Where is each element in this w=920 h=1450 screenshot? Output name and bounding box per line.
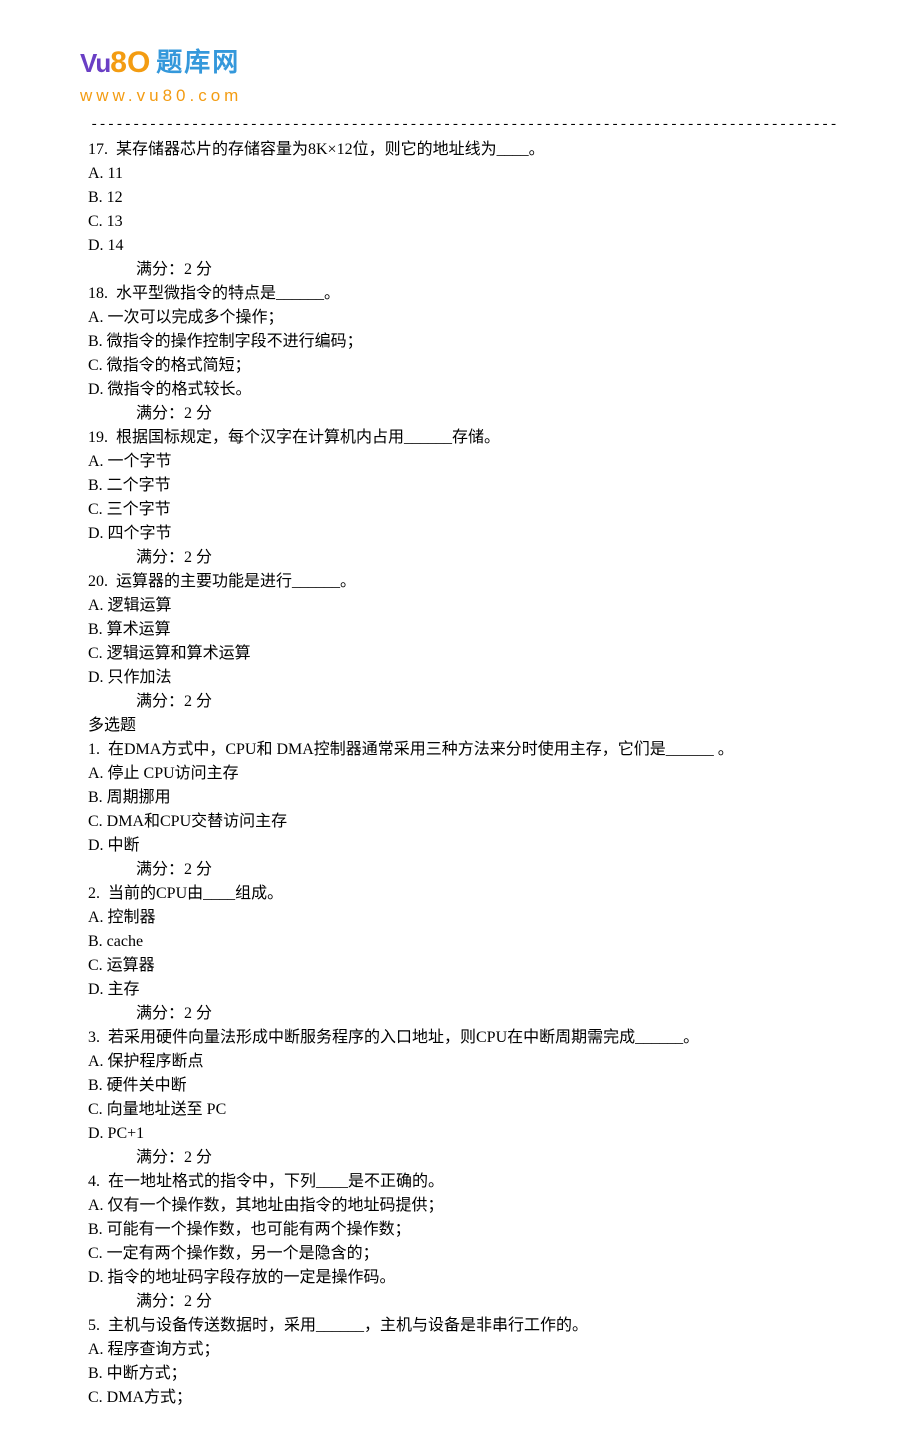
- option: D. 主存: [88, 978, 840, 1002]
- question-number: 1.: [88, 741, 100, 758]
- option: D. 只作加法: [88, 666, 840, 690]
- question-stem: 1. 在DMA方式中，CPU和 DMA控制器通常采用三种方法来分时使用主存，它们…: [88, 738, 840, 762]
- logo-row: Vu8O 题库网: [80, 40, 840, 85]
- option: B. 周期挪用: [88, 786, 840, 810]
- option: B. 中断方式；: [88, 1362, 840, 1386]
- score-line: 满分：2 分: [88, 402, 840, 426]
- question-text: 若采用硬件向量法形成中断服务程序的入口地址，则CPU在中断周期需完成______…: [108, 1029, 699, 1046]
- option: B. 微指令的操作控制字段不进行编码；: [88, 330, 840, 354]
- logo-url: www.vu80.com: [80, 83, 840, 109]
- option: C. 向量地址送至 PC: [88, 1098, 840, 1122]
- option: B. 可能有一个操作数，也可能有两个操作数；: [88, 1218, 840, 1242]
- question-stem: 18. 水平型微指令的特点是______。: [88, 282, 840, 306]
- question-number: 5.: [88, 1317, 100, 1334]
- score-line: 满分：2 分: [88, 546, 840, 570]
- logo-prefix: Vu: [80, 48, 110, 78]
- option: A. 保护程序断点: [88, 1050, 840, 1074]
- question-text: 当前的CPU由____组成。: [108, 885, 283, 902]
- question-number: 19.: [88, 429, 108, 446]
- content-area: 17. 某存储器芯片的存储容量为8K×12位，则它的地址线为____。 A. 1…: [80, 138, 840, 1410]
- option: B. 二个字节: [88, 474, 840, 498]
- question-number: 4.: [88, 1173, 100, 1190]
- question-stem: 20. 运算器的主要功能是进行______。: [88, 570, 840, 594]
- site-logo: Vu8O 题库网 www.vu80.com: [80, 40, 840, 109]
- score-line: 满分：2 分: [88, 858, 840, 882]
- option: A. 一次可以完成多个操作；: [88, 306, 840, 330]
- option: D. 中断: [88, 834, 840, 858]
- question-number: 17.: [88, 141, 108, 158]
- question-text: 在DMA方式中，CPU和 DMA控制器通常采用三种方法来分时使用主存，它们是__…: [108, 741, 734, 758]
- option: B. cache: [88, 930, 840, 954]
- option: C. 一定有两个操作数，另一个是隐含的；: [88, 1242, 840, 1266]
- option: C. DMA和CPU交替访问主存: [88, 810, 840, 834]
- logo-big: 8O: [110, 46, 150, 79]
- option: C. 运算器: [88, 954, 840, 978]
- option: B. 算术运算: [88, 618, 840, 642]
- option: C. 逻辑运算和算术运算: [88, 642, 840, 666]
- option: D. 四个字节: [88, 522, 840, 546]
- score-line: 满分：2 分: [88, 1146, 840, 1170]
- option: A. 逻辑运算: [88, 594, 840, 618]
- logo-cn: 题库网: [156, 43, 240, 82]
- question-text: 运算器的主要功能是进行______。: [116, 573, 356, 590]
- section-header: 多选题: [88, 714, 840, 738]
- option: A. 程序查询方式；: [88, 1338, 840, 1362]
- option: C. 微指令的格式简短；: [88, 354, 840, 378]
- score-line: 满分：2 分: [88, 1002, 840, 1026]
- question-stem: 17. 某存储器芯片的存储容量为8K×12位，则它的地址线为____。: [88, 138, 840, 162]
- question-text: 某存储器芯片的存储容量为8K×12位，则它的地址线为____。: [116, 141, 545, 158]
- option: C. DMA方式；: [88, 1386, 840, 1410]
- page-container: Vu8O 题库网 www.vu80.com ------------------…: [0, 0, 920, 1450]
- option: A. 仅有一个操作数，其地址由指令的地址码提供；: [88, 1194, 840, 1218]
- option: D. PC+1: [88, 1122, 840, 1146]
- question-number: 3.: [88, 1029, 100, 1046]
- option: C. 三个字节: [88, 498, 840, 522]
- question-number: 2.: [88, 885, 100, 902]
- option: A. 控制器: [88, 906, 840, 930]
- question-number: 18.: [88, 285, 108, 302]
- question-text: 在一地址格式的指令中，下列____是不正确的。: [108, 1173, 444, 1190]
- option: D. 微指令的格式较长。: [88, 378, 840, 402]
- score-line: 满分：2 分: [88, 258, 840, 282]
- question-text: 根据国标规定，每个汉字在计算机内占用______存储。: [116, 429, 500, 446]
- divider-line: ----------------------------------------…: [90, 115, 840, 136]
- score-line: 满分：2 分: [88, 690, 840, 714]
- question-text: 主机与设备传送数据时，采用______，主机与设备是非串行工作的。: [108, 1317, 588, 1334]
- option: B. 硬件关中断: [88, 1074, 840, 1098]
- option: C. 13: [88, 210, 840, 234]
- question-number: 20.: [88, 573, 108, 590]
- question-stem: 2. 当前的CPU由____组成。: [88, 882, 840, 906]
- option: A. 11: [88, 162, 840, 186]
- option: D. 14: [88, 234, 840, 258]
- question-stem: 4. 在一地址格式的指令中，下列____是不正确的。: [88, 1170, 840, 1194]
- question-stem: 3. 若采用硬件向量法形成中断服务程序的入口地址，则CPU在中断周期需完成___…: [88, 1026, 840, 1050]
- question-text: 水平型微指令的特点是______。: [116, 285, 340, 302]
- option: A. 一个字节: [88, 450, 840, 474]
- option: A. 停止 CPU访问主存: [88, 762, 840, 786]
- option: D. 指令的地址码字段存放的一定是操作码。: [88, 1266, 840, 1290]
- question-stem: 5. 主机与设备传送数据时，采用______，主机与设备是非串行工作的。: [88, 1314, 840, 1338]
- logo-text-part1: Vu8O: [80, 40, 150, 85]
- question-stem: 19. 根据国标规定，每个汉字在计算机内占用______存储。: [88, 426, 840, 450]
- option: B. 12: [88, 186, 840, 210]
